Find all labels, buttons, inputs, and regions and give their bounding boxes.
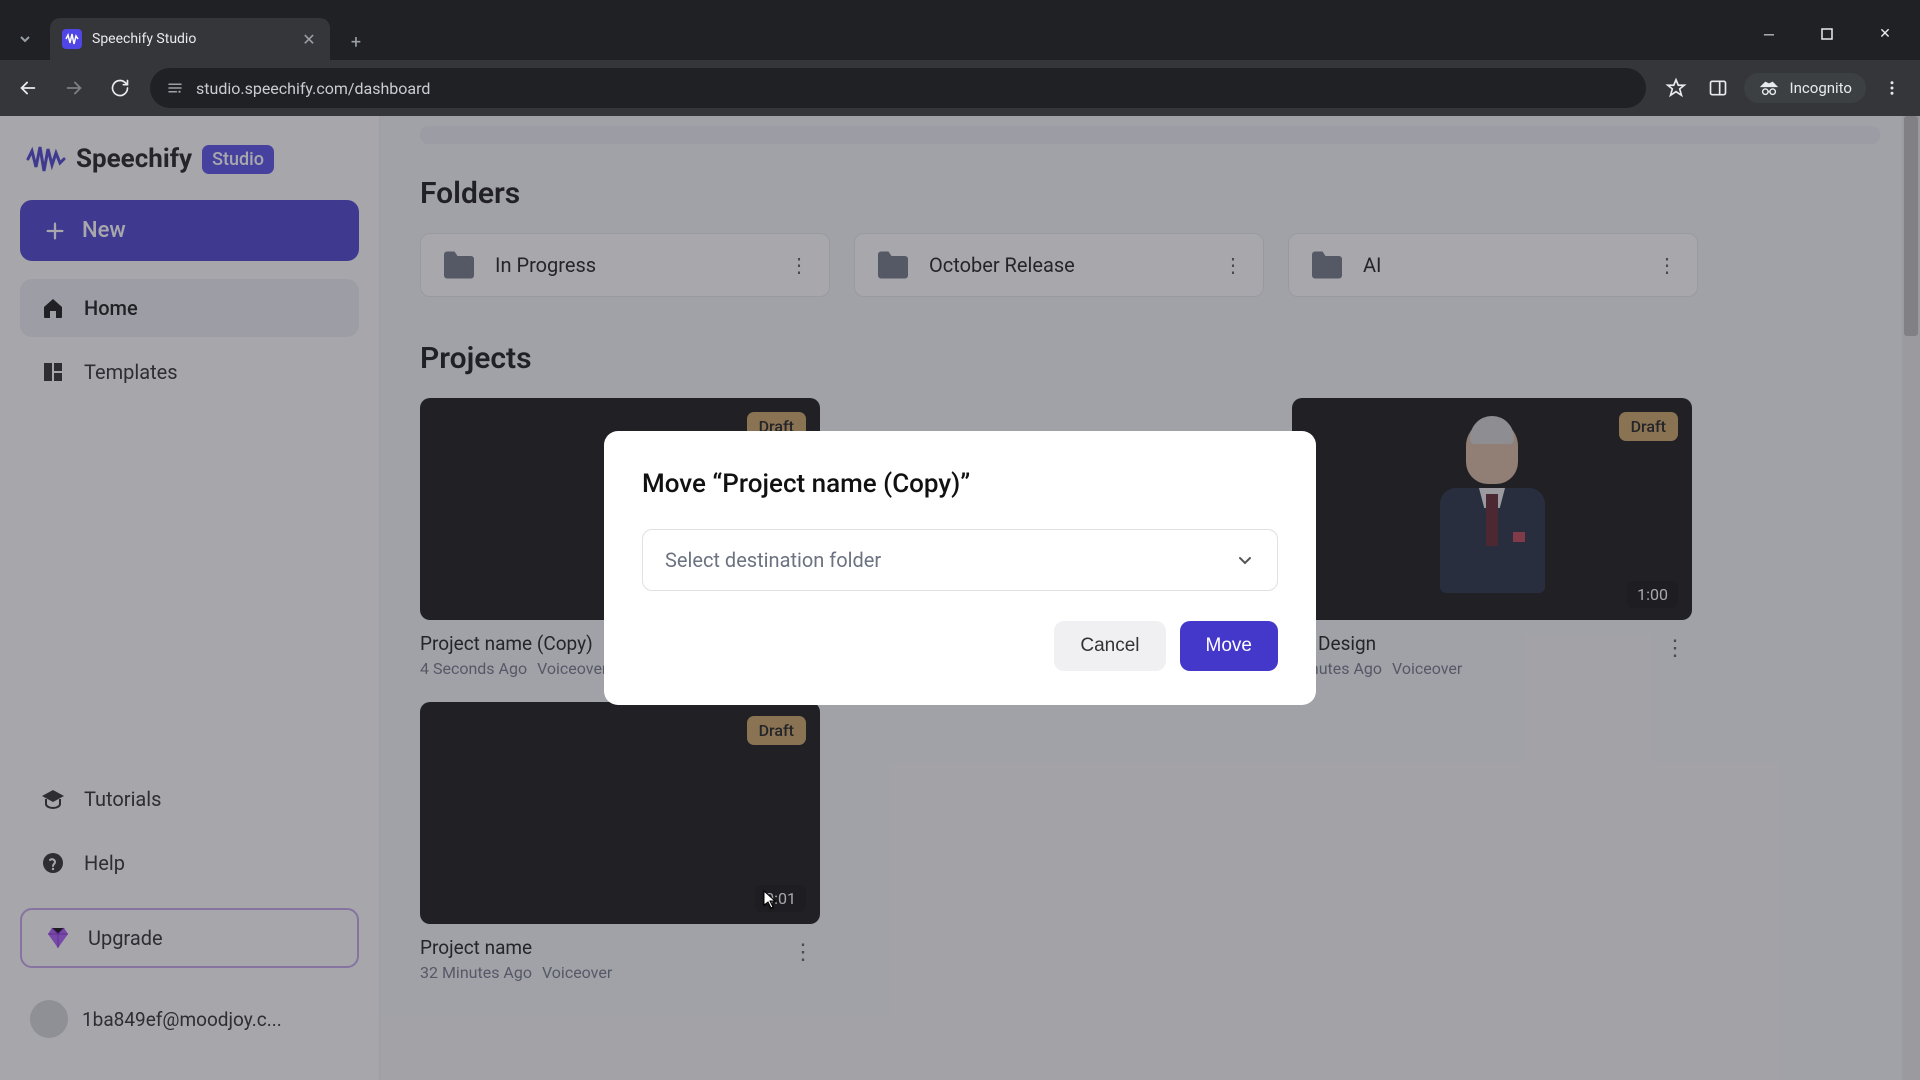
tab-favicon-icon [62,29,82,49]
cancel-button[interactable]: Cancel [1054,621,1165,671]
tab-search-button[interactable] [0,18,50,60]
move-project-modal: Move “Project name (Copy)” Select destin… [604,431,1316,705]
url-text: studio.speechify.com/dashboard [196,79,430,98]
browser-tab-strip: Speechify Studio ✕ + ─ ✕ [0,0,1920,60]
site-settings-icon[interactable] [166,79,184,97]
browser-tab[interactable]: Speechify Studio ✕ [50,18,330,60]
incognito-label: Incognito [1790,79,1852,97]
app-viewport: Speechify Studio New Home Templates Tuto… [0,116,1920,1080]
tab-title: Speechify Studio [92,31,290,47]
incognito-indicator[interactable]: Incognito [1744,73,1866,103]
maximize-button[interactable] [1804,18,1850,50]
minimize-button[interactable]: ─ [1746,18,1792,50]
close-window-button[interactable]: ✕ [1862,18,1908,50]
window-controls: ─ ✕ [1746,18,1920,60]
reload-button[interactable] [104,72,136,104]
address-bar: studio.speechify.com/dashboard Incognito [0,60,1920,116]
new-tab-button[interactable]: + [338,24,374,60]
move-button[interactable]: Move [1180,621,1278,671]
modal-actions: Cancel Move [642,621,1278,671]
close-tab-button[interactable]: ✕ [300,30,318,48]
chevron-down-icon [1235,550,1255,570]
bookmark-button[interactable] [1660,72,1692,104]
modal-title: Move “Project name (Copy)” [642,469,1278,499]
browser-menu-button[interactable] [1876,72,1908,104]
back-button[interactable] [12,72,44,104]
forward-button[interactable] [58,72,90,104]
select-placeholder: Select destination folder [665,548,881,572]
destination-folder-select[interactable]: Select destination folder [642,529,1278,591]
url-field[interactable]: studio.speechify.com/dashboard [150,68,1646,108]
modal-overlay[interactable]: Move “Project name (Copy)” Select destin… [0,116,1920,1080]
incognito-icon [1758,80,1780,96]
side-panel-button[interactable] [1702,72,1734,104]
